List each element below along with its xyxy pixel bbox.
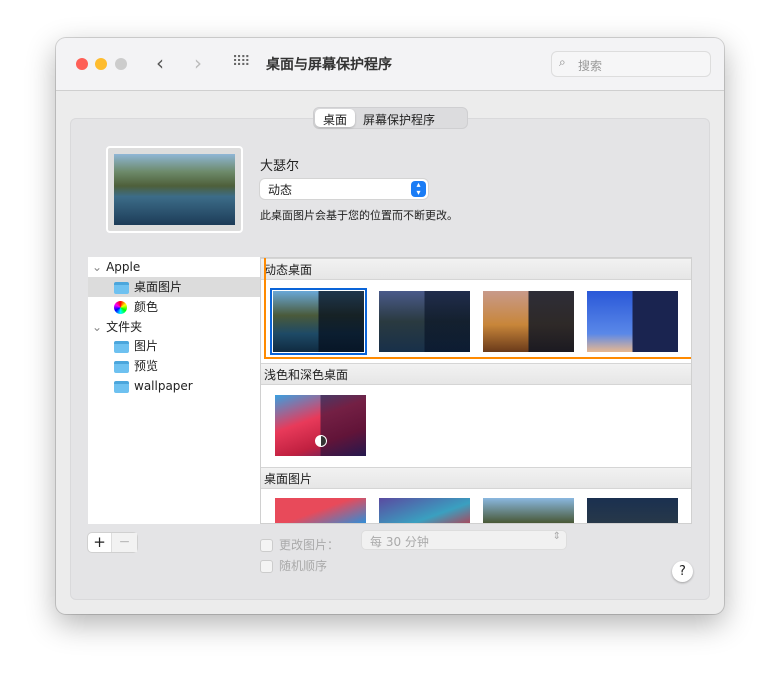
checkbox (260, 539, 273, 552)
group-label: 文件夹 (106, 320, 143, 334)
wallpaper-thumb-big-sur-color[interactable] (275, 395, 366, 456)
grid-icon[interactable]: ⠿⠿ (232, 54, 250, 70)
chevron-updown-icon: ▴ ▾ (411, 181, 426, 197)
close-button[interactable] (76, 58, 88, 70)
window: ‹ › ⠿⠿ 桌面与屏幕保护程序 ⌕ 搜索 桌面 屏幕保护程序 大瑟尔 动态 ▴… (56, 38, 724, 614)
wallpaper-thumb-2[interactable] (379, 498, 470, 523)
mode-select[interactable]: 动态 ▴ ▾ (260, 179, 428, 199)
help-button[interactable]: ? (672, 561, 693, 582)
checkbox-label: 更改图片： (279, 538, 340, 552)
add-remove-buttons: + − (88, 533, 137, 552)
sidebar-item-preview[interactable]: 预览 (88, 356, 260, 376)
interval-value: 每 30 分钟 (370, 535, 429, 549)
chevron-updown-icon: ⇕ (552, 531, 561, 542)
item-label: 颜色 (134, 300, 159, 314)
item-label: 预览 (134, 359, 159, 373)
wallpaper-thumb-1[interactable] (275, 498, 366, 523)
wallpaper-thumb-4[interactable] (587, 498, 678, 523)
item-label: wallpaper (134, 379, 193, 393)
wallpaper-grid: 动态桌面 浅色和深色桌面 桌面图片 (260, 257, 692, 524)
change-picture-checkbox[interactable]: 更改图片： (260, 536, 339, 553)
wallpaper-name: 大瑟尔 (260, 159, 300, 174)
tab-desktop[interactable]: 桌面 (315, 109, 356, 127)
forward-chevron-icon[interactable]: › (194, 51, 202, 75)
wallpaper-thumb-3[interactable] (483, 498, 574, 523)
group-apple[interactable]: ⌄ Apple (88, 257, 260, 277)
group-folders[interactable]: ⌄ 文件夹 (88, 317, 260, 337)
folder-icon (114, 281, 129, 294)
chevron-down-icon: ⌄ (92, 320, 103, 334)
tab-screensaver[interactable]: 屏幕保护程序 (355, 109, 443, 127)
sidebar-item-wallpaper[interactable]: wallpaper (88, 376, 260, 396)
mode-value: 动态 (268, 183, 293, 197)
search-placeholder: 搜索 (578, 59, 603, 73)
zoom-button[interactable] (115, 58, 127, 70)
search-input[interactable]: ⌕ 搜索 (551, 51, 711, 77)
chevron-down-icon: ⌄ (92, 260, 103, 274)
checkbox-label: 随机顺序 (279, 559, 328, 573)
folder-icon (114, 340, 129, 353)
color-wheel-icon (114, 301, 127, 314)
back-chevron-icon[interactable]: ‹ (156, 51, 164, 75)
search-icon: ⌕ (559, 55, 566, 69)
sidebar-item-pictures[interactable]: 图片 (88, 336, 260, 356)
titlebar: ‹ › ⠿⠿ 桌面与屏幕保护程序 ⌕ 搜索 (56, 38, 724, 91)
group-label: Apple (106, 260, 141, 274)
add-folder-button[interactable]: + (88, 533, 112, 552)
remove-folder-button[interactable]: − (112, 533, 137, 552)
random-order-checkbox[interactable]: 随机顺序 (260, 557, 327, 574)
sidebar-item-desktop-pictures[interactable]: 桌面图片 (88, 277, 260, 297)
current-wallpaper-preview (106, 146, 243, 233)
folder-icon (114, 360, 129, 373)
section-header-light-dark: 浅色和深色桌面 (261, 363, 691, 385)
checkbox (260, 560, 273, 573)
folder-icon (114, 380, 129, 393)
highlight-box (264, 258, 691, 359)
section-header-desktop-pictures: 桌面图片 (261, 467, 691, 489)
window-title: 桌面与屏幕保护程序 (266, 57, 392, 73)
minimize-button[interactable] (95, 58, 107, 70)
interval-select[interactable]: 每 30 分钟 ⇕ (361, 530, 567, 550)
sidebar-item-colors[interactable]: 颜色 (88, 297, 260, 317)
mode-description: 此桌面图片会基于您的位置而不断更改。 (260, 209, 458, 222)
tab-bar: 桌面 屏幕保护程序 (313, 107, 468, 129)
item-label: 桌面图片 (134, 280, 183, 294)
light-dark-icon (315, 435, 327, 447)
source-list: ⌄ Apple 桌面图片 颜色 ⌄ 文件夹 图片 预览 wallpaper (88, 257, 260, 524)
item-label: 图片 (134, 339, 159, 353)
